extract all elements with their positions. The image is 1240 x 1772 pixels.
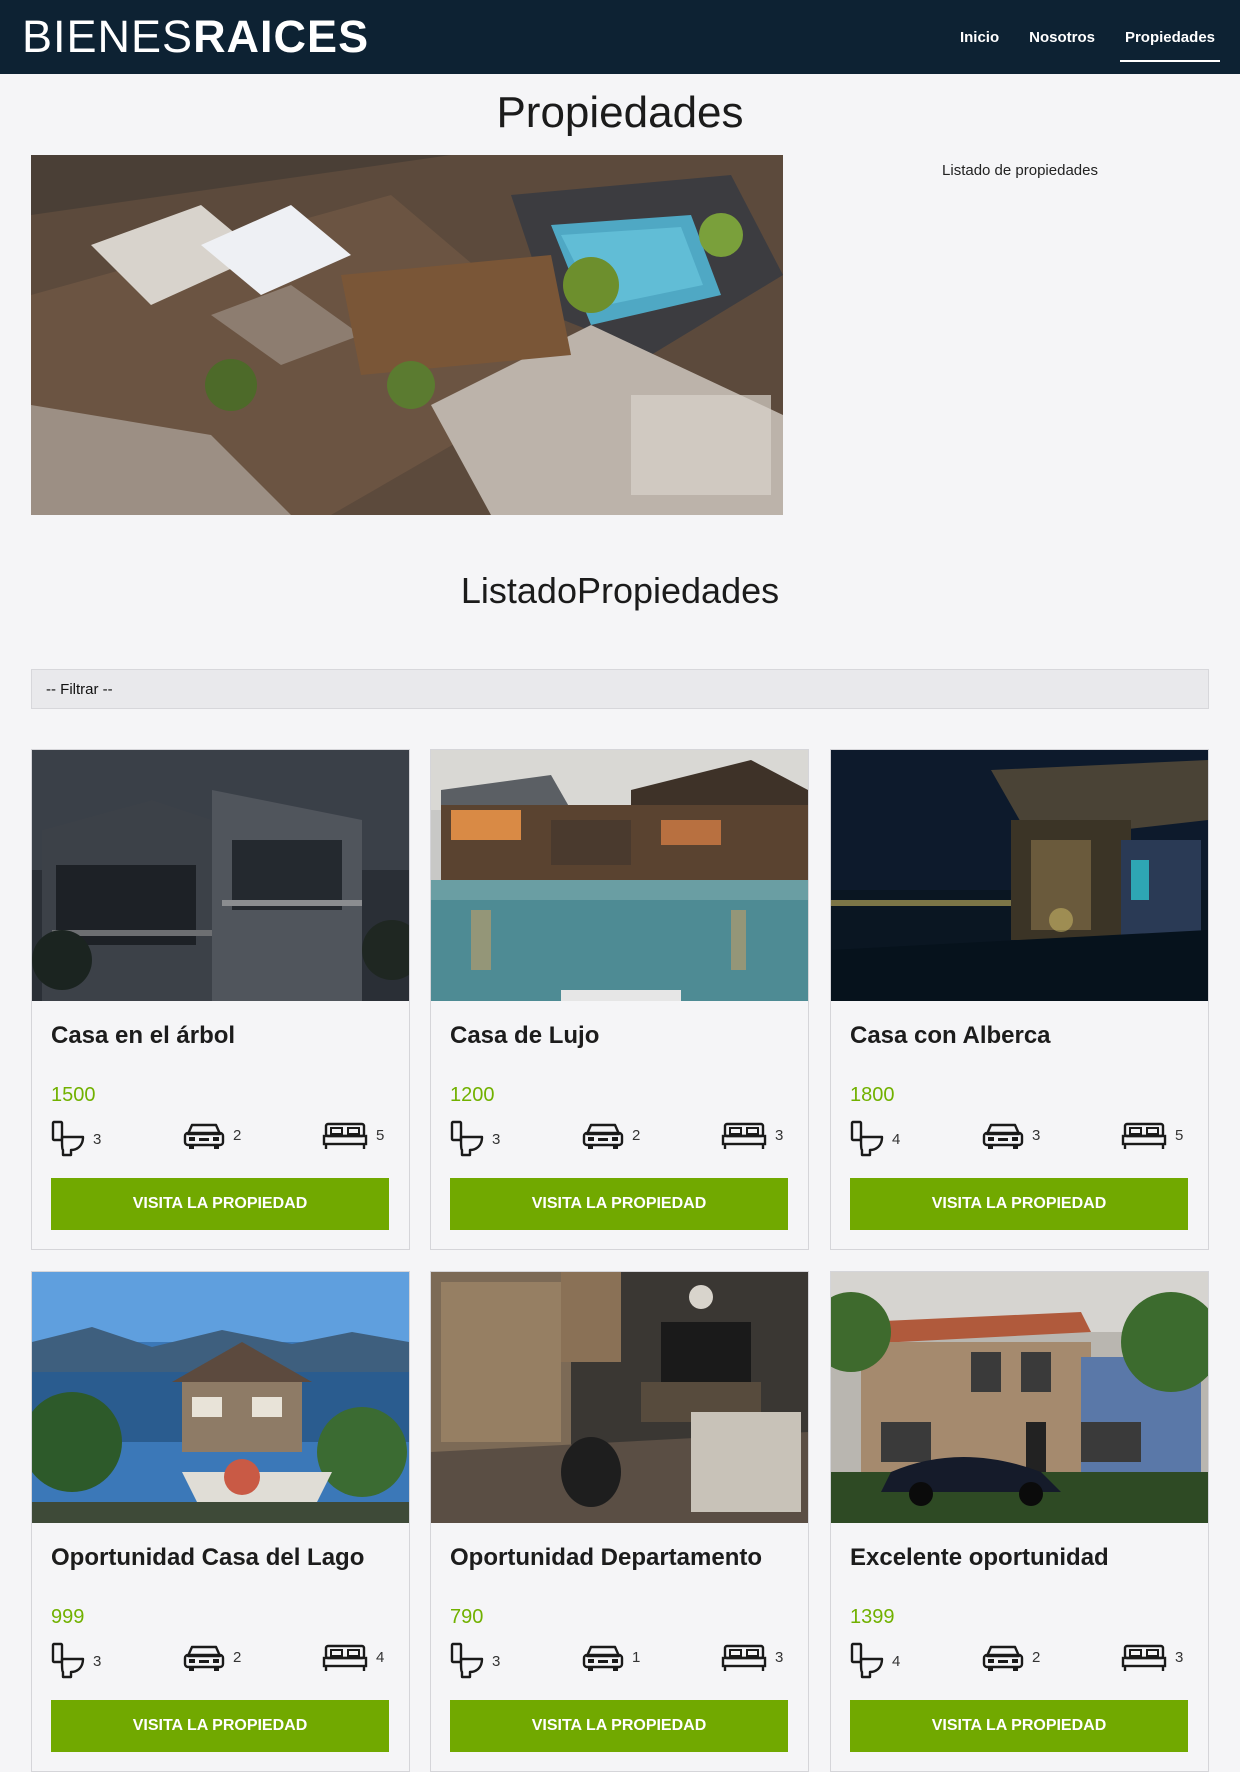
property-price: 999 [51, 1606, 85, 1628]
property-title: Casa con Alberca [850, 1022, 1051, 1049]
property-image [431, 1272, 808, 1523]
property-title: Excelente oportunidad [850, 1544, 1109, 1571]
car-icon [183, 1120, 225, 1150]
page-title: Propiedades [496, 88, 744, 137]
property-image [32, 1272, 409, 1523]
car-icon [582, 1642, 624, 1672]
car-icon [582, 1120, 624, 1150]
parking-feature: 2 [582, 1120, 640, 1150]
wc-feature: 3 [51, 1120, 101, 1158]
bed-icon [1121, 1642, 1167, 1672]
logo-thin: BIENES [22, 11, 194, 62]
car-icon [982, 1120, 1024, 1150]
hero-image [31, 155, 783, 515]
parking-feature: 2 [183, 1642, 241, 1672]
rooms-count: 5 [376, 1126, 385, 1144]
visit-property-button[interactable]: VISITA LA PROPIEDAD [450, 1178, 788, 1230]
property-price: 790 [450, 1606, 484, 1628]
main-nav: Inicio Nosotros Propiedades [935, 0, 1221, 74]
visit-property-button[interactable]: VISITA LA PROPIEDAD [850, 1178, 1188, 1230]
parking-count: 2 [233, 1126, 242, 1144]
site-header: BIENESRAICES Inicio Nosotros Propiedades [0, 0, 1240, 74]
property-card: Oportunidad Departamento 790 3 1 3 VISIT… [430, 1271, 809, 1772]
visit-property-button[interactable]: VISITA LA PROPIEDAD [450, 1700, 788, 1752]
wc-count: 4 [892, 1652, 901, 1670]
parking-count: 2 [632, 1126, 641, 1144]
toilet-icon [850, 1120, 884, 1158]
wc-count: 3 [492, 1652, 501, 1670]
wc-count: 4 [892, 1130, 901, 1148]
property-card: Excelente oportunidad 1399 4 2 3 VISITA … [830, 1271, 1209, 1772]
rooms-feature: 3 [721, 1120, 783, 1150]
rooms-count: 4 [376, 1648, 385, 1666]
visit-property-button[interactable]: VISITA LA PROPIEDAD [51, 1700, 389, 1752]
property-title: Casa en el árbol [51, 1022, 236, 1049]
wc-feature: 3 [51, 1642, 101, 1680]
wc-count: 3 [93, 1652, 102, 1670]
toilet-icon [51, 1120, 85, 1158]
property-price: 1399 [850, 1606, 895, 1628]
section-title: ListadoPropiedades [460, 570, 780, 611]
property-price: 1800 [850, 1084, 895, 1106]
parking-feature: 2 [183, 1120, 241, 1150]
visit-property-button[interactable]: VISITA LA PROPIEDAD [850, 1700, 1188, 1752]
rooms-feature: 4 [322, 1642, 384, 1672]
property-card: Casa en el árbol 1500 3 2 5 VISITA LA PR… [31, 749, 410, 1250]
parking-count: 3 [1032, 1126, 1041, 1144]
rooms-feature: 5 [1121, 1120, 1183, 1150]
property-image [831, 750, 1208, 1001]
wc-feature: 3 [450, 1120, 500, 1158]
car-icon [183, 1642, 225, 1672]
rooms-count: 5 [1175, 1126, 1184, 1144]
wc-feature: 4 [850, 1120, 900, 1158]
rooms-count: 3 [775, 1648, 784, 1666]
property-card: Casa de Lujo 1200 3 2 3 VISITA LA PROPIE… [430, 749, 809, 1250]
hero-description: Listado de propiedades [942, 162, 1098, 179]
bed-icon [721, 1642, 767, 1672]
property-card: Oportunidad Casa del Lago 999 3 2 4 VISI… [31, 1271, 410, 1772]
bed-icon [1121, 1120, 1167, 1150]
parking-count: 2 [1032, 1648, 1041, 1666]
wc-feature: 4 [850, 1642, 900, 1680]
bed-icon [322, 1120, 368, 1150]
parking-feature: 3 [982, 1120, 1040, 1150]
rooms-feature: 3 [1121, 1642, 1183, 1672]
logo-bold: RAICES [193, 11, 370, 62]
nav-nosotros[interactable]: Nosotros [1024, 21, 1100, 54]
property-price: 1200 [450, 1084, 495, 1106]
parking-count: 2 [233, 1648, 242, 1666]
filter-label: -- Filtrar -- [46, 680, 113, 698]
rooms-count: 3 [775, 1126, 784, 1144]
rooms-feature: 5 [322, 1120, 384, 1150]
logo[interactable]: BIENESRAICES [22, 12, 369, 62]
wc-feature: 3 [450, 1642, 500, 1680]
property-title: Oportunidad Casa del Lago [51, 1544, 365, 1571]
property-image [431, 750, 808, 1001]
property-image [831, 1272, 1208, 1523]
toilet-icon [450, 1120, 484, 1158]
toilet-icon [850, 1642, 884, 1680]
rooms-count: 3 [1175, 1648, 1184, 1666]
toilet-icon [450, 1642, 484, 1680]
property-price: 1500 [51, 1084, 96, 1106]
rooms-feature: 3 [721, 1642, 783, 1672]
property-card: Casa con Alberca 1800 4 3 5 VISITA LA PR… [830, 749, 1209, 1250]
bed-icon [721, 1120, 767, 1150]
property-image [32, 750, 409, 1001]
parking-feature: 2 [982, 1642, 1040, 1672]
property-title: Oportunidad Departamento [450, 1544, 763, 1571]
parking-feature: 1 [582, 1642, 640, 1672]
wc-count: 3 [492, 1130, 501, 1148]
bed-icon [322, 1642, 368, 1672]
wc-count: 3 [93, 1130, 102, 1148]
car-icon [982, 1642, 1024, 1672]
property-title: Casa de Lujo [450, 1022, 600, 1049]
nav-propiedades[interactable]: Propiedades [1119, 21, 1221, 62]
filter-select[interactable]: -- Filtrar -- [31, 669, 1209, 709]
toilet-icon [51, 1642, 85, 1680]
visit-property-button[interactable]: VISITA LA PROPIEDAD [51, 1178, 389, 1230]
nav-inicio[interactable]: Inicio [955, 21, 1004, 54]
parking-count: 1 [632, 1648, 641, 1666]
